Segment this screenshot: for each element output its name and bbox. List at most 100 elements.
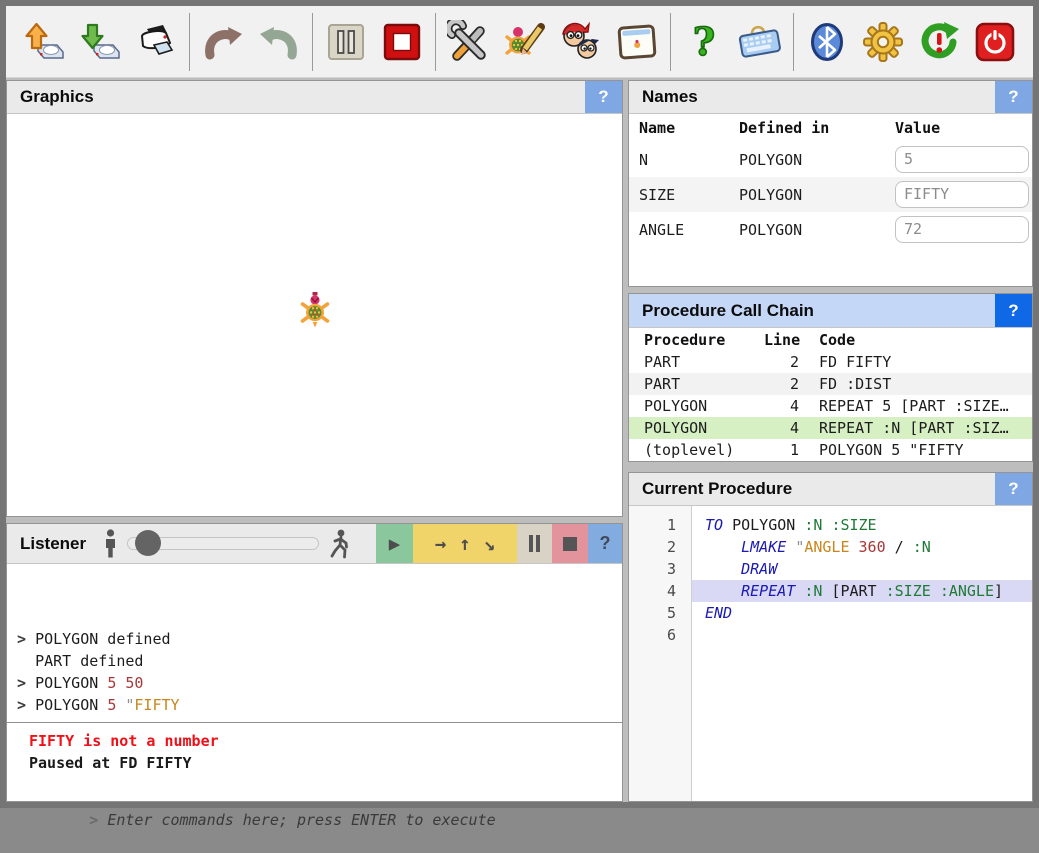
- code-token: :N: [913, 538, 931, 556]
- code-token: [786, 538, 795, 556]
- code-token: REPEAT: [741, 582, 795, 600]
- characters-button[interactable]: [553, 9, 609, 75]
- project-screen-button[interactable]: [609, 9, 665, 75]
- code-token: FIFTY: [134, 696, 179, 714]
- variable-value-input[interactable]: 72: [895, 216, 1029, 243]
- listener-status-line: FIFTY is not a number: [29, 730, 622, 752]
- call-chain-row[interactable]: PART2 FD FIFTY: [629, 351, 1032, 373]
- stop-execution-button[interactable]: [552, 524, 588, 563]
- variable-defined-in: POLYGON: [739, 221, 895, 239]
- listener-output[interactable]: > POLYGON defined PART defined> POLYGON …: [7, 564, 622, 801]
- settings-button[interactable]: [855, 9, 911, 75]
- person-standing-icon: [102, 529, 119, 559]
- call-chain-row[interactable]: (toplevel)1POLYGON 5 "FIFTY: [629, 439, 1032, 461]
- graphics-canvas[interactable]: [7, 114, 622, 516]
- column-header-procedure: Procedure: [644, 331, 764, 349]
- stop-button[interactable]: [374, 9, 430, 75]
- call-chain-line: 1: [764, 439, 799, 461]
- listener-help-button[interactable]: ?: [588, 524, 622, 563]
- pause-button[interactable]: [318, 9, 374, 75]
- prompt-chevron: >: [17, 630, 35, 648]
- procedure-editor[interactable]: 1TO POLYGON :N :SIZE2 LMAKE "ANGLE 360 /…: [629, 506, 1032, 801]
- variable-name: ANGLE: [639, 221, 739, 239]
- call-chain-row[interactable]: POLYGON4REPEAT 5 [PART :SIZE…: [629, 395, 1032, 417]
- names-row: NPOLYGON5: [629, 142, 1032, 177]
- line-number: 1: [629, 514, 692, 536]
- names-help-button[interactable]: ?: [995, 81, 1032, 113]
- code-token: [850, 538, 859, 556]
- call-chain-code: FD :DIST: [819, 373, 1032, 395]
- current-procedure-help-button[interactable]: ?: [995, 473, 1032, 505]
- speed-slider-knob[interactable]: [135, 530, 161, 556]
- names-row: SIZEPOLYGONFIFTY: [629, 177, 1032, 212]
- current-procedure-panel: Current Procedure ? 1TO POLYGON :N :SIZE…: [628, 472, 1033, 802]
- bluetooth-icon: [805, 20, 849, 64]
- call-chain-help-button[interactable]: ?: [995, 294, 1032, 327]
- redo-button[interactable]: [195, 9, 251, 75]
- procedure-code-line[interactable]: 1TO POLYGON :N :SIZE: [629, 514, 1032, 536]
- undo-button[interactable]: [251, 9, 307, 75]
- variable-value-input[interactable]: 5: [895, 146, 1029, 173]
- toolbar-separator: [670, 13, 671, 71]
- variable-value-input[interactable]: FIFTY: [895, 181, 1029, 208]
- tools-button[interactable]: [441, 9, 497, 75]
- call-chain-code: FD FIFTY: [819, 351, 1032, 373]
- call-chain-line: 4: [764, 417, 799, 439]
- speed-slider[interactable]: [127, 537, 319, 550]
- graphics-help-button[interactable]: ?: [585, 81, 622, 113]
- code-token: POLYGON: [35, 696, 107, 714]
- run-button[interactable]: ▶: [376, 524, 413, 563]
- listener-status-line: Paused at FD FIFTY: [29, 752, 622, 774]
- column-header-defined-in: Defined in: [739, 119, 895, 137]
- power-icon: [973, 20, 1017, 64]
- listener-history-line: > POLYGON 5 "FIFTY: [7, 694, 622, 716]
- procedure-code-line[interactable]: 4 REPEAT :N [PART :SIZE :ANGLE]: [629, 580, 1032, 602]
- prompt-chevron: >: [17, 674, 35, 692]
- project-screen-icon: [614, 20, 660, 64]
- power-button[interactable]: [967, 9, 1023, 75]
- call-chain-code: REPEAT 5 [PART :SIZE…: [819, 395, 1032, 417]
- code-token: DRAW: [741, 560, 777, 578]
- call-chain-procedure: PART: [644, 351, 764, 373]
- procedure-code-line[interactable]: 3 DRAW: [629, 558, 1032, 580]
- step-over-icon[interactable]: →: [435, 533, 446, 555]
- call-chain-panel: Procedure Call Chain ? Procedure Line Co…: [628, 293, 1033, 462]
- procedure-code-line[interactable]: 2 LMAKE "ANGLE 360 / :N: [629, 536, 1032, 558]
- load-button[interactable]: [72, 9, 128, 75]
- restart-button[interactable]: [911, 9, 967, 75]
- step-out-icon[interactable]: ↑: [459, 533, 470, 555]
- call-chain-row[interactable]: POLYGON4REPEAT :N [PART :SIZ…: [629, 417, 1032, 439]
- call-chain-procedure: POLYGON: [644, 395, 764, 417]
- edit-turtle-button[interactable]: [497, 9, 553, 75]
- variable-defined-in: POLYGON: [739, 186, 895, 204]
- column-header-value: Value: [895, 119, 940, 137]
- procedure-code-line[interactable]: 6: [629, 624, 1032, 646]
- bluetooth-button[interactable]: [799, 9, 855, 75]
- call-chain-code: REPEAT :N [PART :SIZ…: [819, 417, 1032, 439]
- current-procedure-title: Current Procedure: [642, 479, 792, 499]
- step-into-icon[interactable]: ↘: [484, 533, 495, 555]
- call-chain-row[interactable]: PART2FD :DIST: [629, 373, 1032, 395]
- graphics-panel: Graphics ?: [6, 80, 623, 517]
- code-token: :ANGLE: [940, 582, 994, 600]
- keyboard-button[interactable]: [732, 9, 788, 75]
- help-button[interactable]: ?: [676, 9, 732, 75]
- turtle-sprite[interactable]: [299, 292, 331, 328]
- pause-execution-button[interactable]: [517, 524, 552, 563]
- stop-square-icon: [563, 537, 577, 551]
- call-chain-line: 2: [764, 351, 799, 373]
- listener-header: Listener ▶: [7, 524, 622, 564]
- line-number: 6: [629, 624, 692, 646]
- column-header-name: Name: [639, 119, 739, 137]
- listener-history: > POLYGON defined PART defined> POLYGON …: [7, 564, 622, 716]
- call-chain-procedure: PART: [644, 373, 764, 395]
- command-input-line[interactable]: > Enter commands here; press ENTER to ex…: [7, 787, 622, 809]
- listener-panel: Listener ▶: [6, 523, 623, 802]
- procedure-code-line[interactable]: 5END: [629, 602, 1032, 624]
- call-chain-procedure: (toplevel): [644, 439, 764, 461]
- print-button[interactable]: [128, 9, 184, 75]
- save-button[interactable]: [16, 9, 72, 75]
- code-token: PART defined: [35, 652, 143, 670]
- help-icon: ?: [682, 20, 726, 64]
- print-icon: [134, 20, 178, 64]
